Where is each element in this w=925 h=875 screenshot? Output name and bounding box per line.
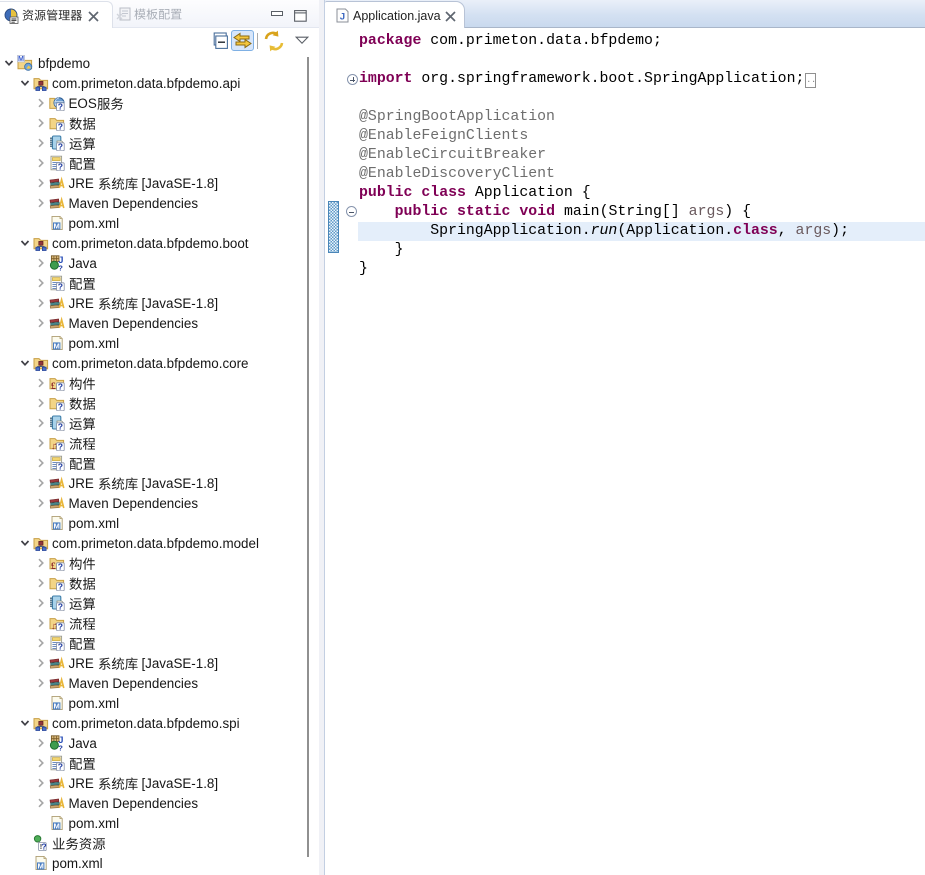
svg-text:J: J [340, 12, 345, 23]
